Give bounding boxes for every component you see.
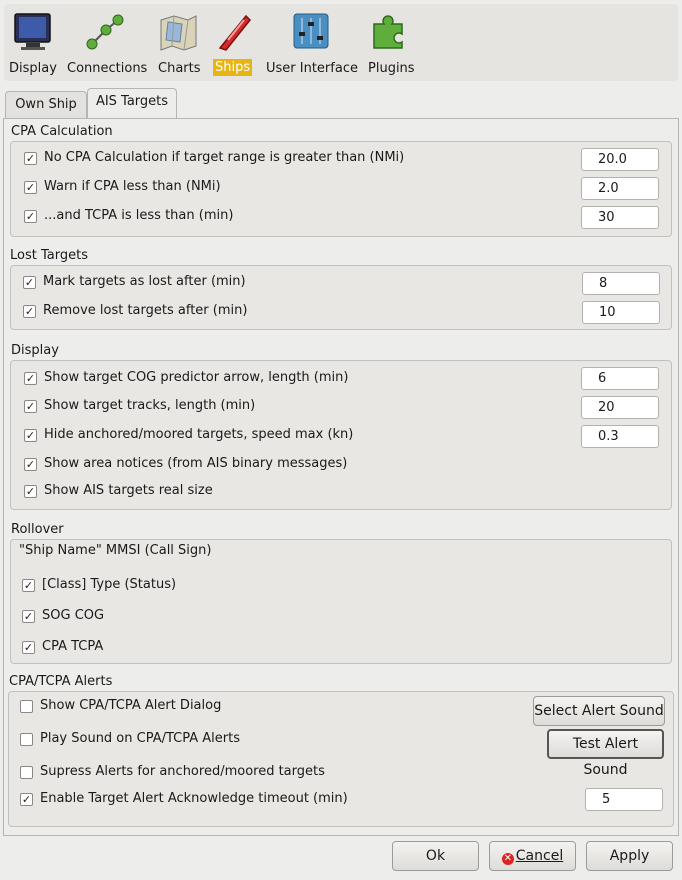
ship-icon[interactable] (214, 12, 254, 56)
sog-cog-label: SOG COG (42, 608, 105, 623)
rollover-header-label: "Ship Name" MMSI (Call Sign) (19, 543, 212, 558)
tab-own-ship[interactable]: Own Ship (5, 91, 87, 118)
tracks-label: Show target tracks, length (min) (44, 398, 256, 413)
play-sound-label: Play Sound on CPA/TCPA Alerts (40, 731, 241, 746)
real-size-checkbox[interactable]: ✓ (24, 485, 37, 498)
hide-anchored-label: Hide anchored/moored targets, speed max … (44, 427, 354, 442)
sog-cog-checkbox[interactable]: ✓ (22, 610, 35, 623)
area-notices-checkbox[interactable]: ✓ (24, 458, 37, 471)
remove-lost-checkbox[interactable]: ✓ (23, 305, 36, 318)
alert-dialog-label: Show CPA/TCPA Alert Dialog (40, 698, 222, 713)
cog-arrow-field[interactable]: 6 (581, 367, 659, 390)
alert-dialog-checkbox[interactable] (20, 700, 33, 713)
cpa-tcpa-checkbox[interactable]: ✓ (22, 641, 35, 654)
cog-arrow-checkbox[interactable]: ✓ (24, 372, 37, 385)
cog-arrow-label: Show target COG predictor arrow, length … (44, 370, 349, 385)
apply-button[interactable]: Apply (586, 841, 673, 871)
cpa-warn-field[interactable]: 2.0 (581, 177, 659, 200)
suppress-alerts-checkbox[interactable] (20, 766, 33, 779)
tcpa-checkbox[interactable]: ✓ (24, 210, 37, 223)
mark-lost-checkbox[interactable]: ✓ (23, 276, 36, 289)
cpa-group-title: CPA Calculation (11, 124, 113, 139)
suppress-alerts-label: Supress Alerts for anchored/moored targe… (40, 764, 325, 779)
tab-ais-targets[interactable]: AIS Targets (87, 88, 177, 118)
cpa-warn-label: Warn if CPA less than (NMi) (44, 179, 221, 194)
area-notices-label: Show area notices (from AIS binary messa… (44, 456, 348, 471)
hide-anchored-field[interactable]: 0.3 (581, 425, 659, 448)
select-alert-sound-button[interactable]: Select Alert Sound (533, 696, 665, 726)
toolbar-user-interface-label[interactable]: User Interface (264, 60, 360, 77)
cancel-label: Cancel (515, 848, 564, 864)
toolbar-display-label[interactable]: Display (7, 60, 59, 77)
cpa-range-label: No CPA Calculation if target range is gr… (44, 150, 405, 165)
tracks-checkbox[interactable]: ✓ (24, 400, 37, 413)
lost-group-title: Lost Targets (10, 248, 88, 263)
class-type-checkbox[interactable]: ✓ (22, 579, 35, 592)
ack-timeout-label: Enable Target Alert Acknowledge timeout … (40, 791, 348, 806)
sliders-icon[interactable] (292, 12, 332, 56)
class-type-label: [Class] Type (Status) (42, 577, 177, 592)
cpa-tcpa-label: CPA TCPA (42, 639, 104, 654)
remove-lost-label: Remove lost targets after (min) (43, 303, 248, 318)
cancel-button[interactable]: ✕ Cancel (489, 841, 576, 871)
network-icon[interactable] (86, 12, 126, 56)
display-group-title: Display (11, 343, 59, 358)
tcpa-field[interactable]: 30 (581, 206, 659, 229)
rollover-group-title: Rollover (11, 522, 64, 537)
toolbar-connections-label[interactable]: Connections (65, 60, 149, 77)
toolbar-charts-label[interactable]: Charts (156, 60, 203, 77)
cpa-warn-checkbox[interactable]: ✓ (24, 181, 37, 194)
toolbar-ships-label[interactable]: Ships (213, 59, 253, 76)
toolbar-plugins-label[interactable]: Plugins (366, 60, 417, 77)
puzzle-icon[interactable] (370, 12, 410, 56)
cpa-range-field[interactable]: 20.0 (581, 148, 659, 171)
mark-lost-label: Mark targets as lost after (min) (43, 274, 246, 289)
test-alert-sound-button[interactable]: Test Alert Sound (547, 729, 664, 778)
tcpa-label: ...and TCPA is less than (min) (44, 208, 234, 223)
tracks-field[interactable]: 20 (581, 396, 659, 419)
play-sound-checkbox[interactable] (20, 733, 33, 746)
cpa-range-checkbox[interactable]: ✓ (24, 152, 37, 165)
ok-button[interactable]: Ok (392, 841, 479, 871)
charts-icon[interactable] (158, 12, 198, 56)
hide-anchored-checkbox[interactable]: ✓ (24, 429, 37, 442)
alerts-group-title: CPA/TCPA Alerts (9, 674, 113, 689)
real-size-label: Show AIS targets real size (44, 483, 213, 498)
cancel-icon: ✕ (501, 853, 514, 865)
monitor-icon[interactable] (14, 12, 54, 56)
mark-lost-field[interactable]: 8 (582, 272, 660, 295)
ack-timeout-field[interactable]: 5 (585, 788, 663, 811)
remove-lost-field[interactable]: 10 (582, 301, 660, 324)
ack-timeout-checkbox[interactable]: ✓ (20, 793, 33, 806)
